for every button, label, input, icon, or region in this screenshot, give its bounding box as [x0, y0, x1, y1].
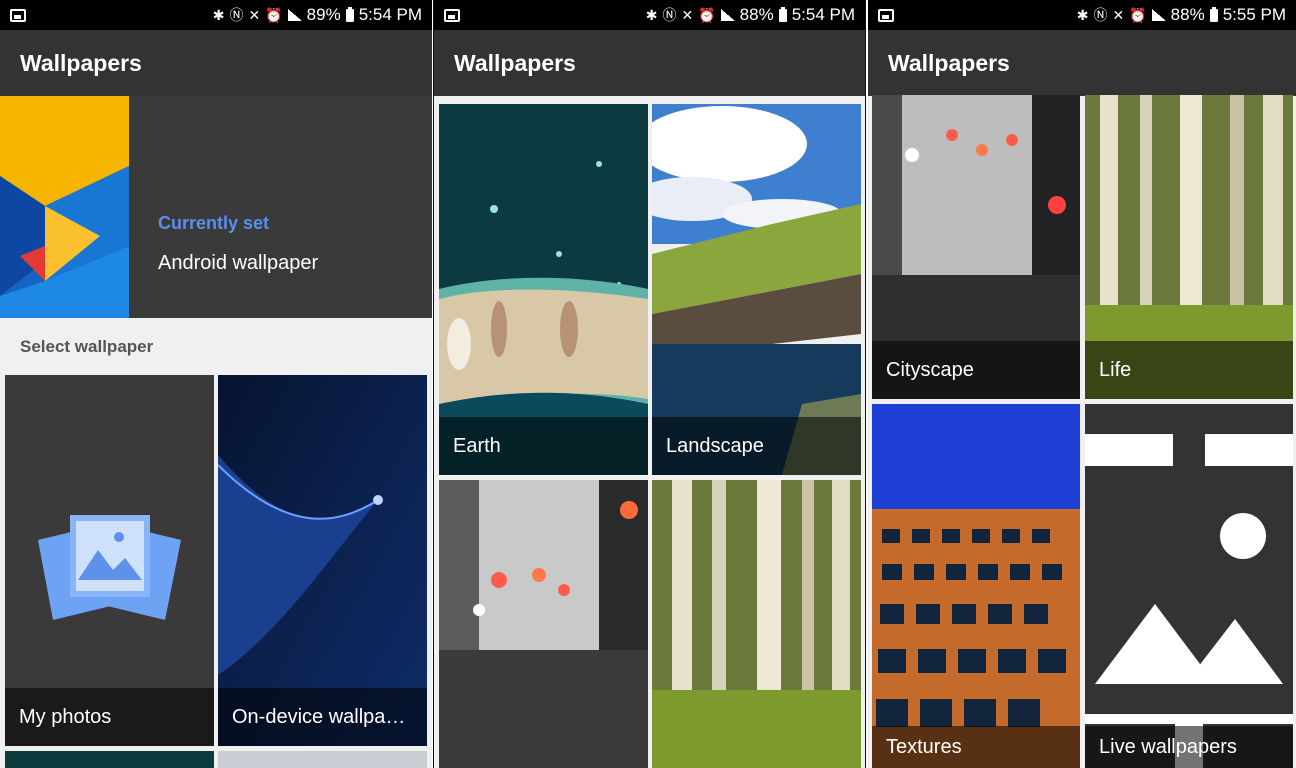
- tile-live-wallpapers[interactable]: Live wallpapers: [1085, 404, 1293, 768]
- app-bar: Wallpapers: [0, 30, 432, 96]
- screen-1: ✱ Ⓝ ✕ ⏰ 89% 5:54 PM Wallpapers Currently…: [0, 0, 432, 768]
- tile-cityscape[interactable]: Cityscape: [872, 95, 1080, 399]
- bluetooth-icon: ✱: [645, 7, 658, 23]
- battery-percent: 88%: [739, 5, 774, 24]
- nfc-icon: Ⓝ: [662, 7, 677, 23]
- tile-textures[interactable]: Textures: [872, 404, 1080, 768]
- battery-percent: 88%: [1170, 5, 1205, 24]
- app-title: Wallpapers: [454, 49, 576, 76]
- current-wallpaper-card[interactable]: Currently set Android wallpaper: [0, 96, 432, 318]
- current-wallpaper-name: Android wallpaper: [158, 252, 319, 274]
- app-bar: Wallpapers: [434, 30, 865, 96]
- app-title: Wallpapers: [888, 49, 1010, 76]
- tile-label: Landscape: [666, 434, 764, 457]
- tile-city-blur[interactable]: [439, 480, 648, 768]
- screen-2: ✱ Ⓝ ✕ ⏰ 88% 5:54 PM Wallpapers Earth Lan…: [433, 0, 866, 768]
- clock: 5:54 PM: [791, 5, 855, 24]
- tile-landscape[interactable]: Landscape: [652, 104, 861, 475]
- alarm-icon: ⏰: [265, 7, 283, 23]
- screen-3: ✱ Ⓝ ✕ ⏰ 88% 5:55 PM Wallpapers Cityscape: [868, 0, 1296, 768]
- tile-earth[interactable]: Earth: [439, 104, 648, 475]
- image-icon: [10, 8, 26, 22]
- signal-icon: [1151, 9, 1166, 21]
- signal-icon: [720, 9, 735, 21]
- tile-label: Cityscape: [886, 358, 974, 381]
- battery-percent: 89%: [306, 5, 341, 24]
- tile-on-device-wallpapers[interactable]: On-device wallpa…: [218, 375, 427, 746]
- tile-label: My photos: [19, 705, 112, 728]
- status-bar: ✱ Ⓝ ✕ ⏰ 89% 5:54 PM: [0, 0, 432, 30]
- current-wallpaper-thumbnail: [0, 96, 129, 318]
- signal-icon: [287, 9, 302, 21]
- clock: 5:54 PM: [358, 5, 422, 24]
- gallery-icon: [38, 515, 181, 620]
- alarm-icon: ⏰: [1129, 7, 1147, 23]
- select-wallpaper-heading: Select wallpaper: [20, 337, 154, 356]
- mute-icon: ✕: [681, 7, 694, 23]
- tile-label: Earth: [453, 434, 501, 457]
- image-icon: [444, 8, 460, 22]
- mute-icon: ✕: [1112, 7, 1125, 23]
- tile-label: Textures: [886, 735, 962, 758]
- clock: 5:55 PM: [1222, 5, 1286, 24]
- tile-label: On-device wallpa…: [232, 705, 406, 728]
- battery-icon: [345, 6, 354, 22]
- tile-my-photos[interactable]: My photos: [5, 375, 214, 746]
- app-title: Wallpapers: [20, 49, 142, 76]
- tile-life[interactable]: Life: [1085, 95, 1293, 399]
- app-bar: Wallpapers: [868, 30, 1296, 96]
- alarm-icon: ⏰: [698, 7, 716, 23]
- bluetooth-icon: ✱: [212, 7, 225, 23]
- battery-icon: [778, 6, 787, 22]
- nfc-icon: Ⓝ: [229, 7, 244, 23]
- tile-label: Life: [1099, 358, 1132, 381]
- image-icon: [878, 8, 894, 22]
- bluetooth-icon: ✱: [1076, 7, 1089, 23]
- tile-partial[interactable]: [5, 751, 214, 768]
- live-wallpaper-icon: [1085, 434, 1293, 768]
- tile-partial[interactable]: [218, 751, 427, 768]
- status-bar: ✱ Ⓝ ✕ ⏰ 88% 5:54 PM: [434, 0, 865, 30]
- tile-forest-blur[interactable]: [652, 480, 861, 768]
- battery-icon: [1209, 6, 1218, 22]
- currently-set-label: Currently set: [158, 213, 270, 233]
- status-bar: ✱ Ⓝ ✕ ⏰ 88% 5:55 PM: [868, 0, 1296, 30]
- nfc-icon: Ⓝ: [1093, 7, 1108, 23]
- mute-icon: ✕: [248, 7, 261, 23]
- tile-label: Live wallpapers: [1099, 735, 1237, 758]
